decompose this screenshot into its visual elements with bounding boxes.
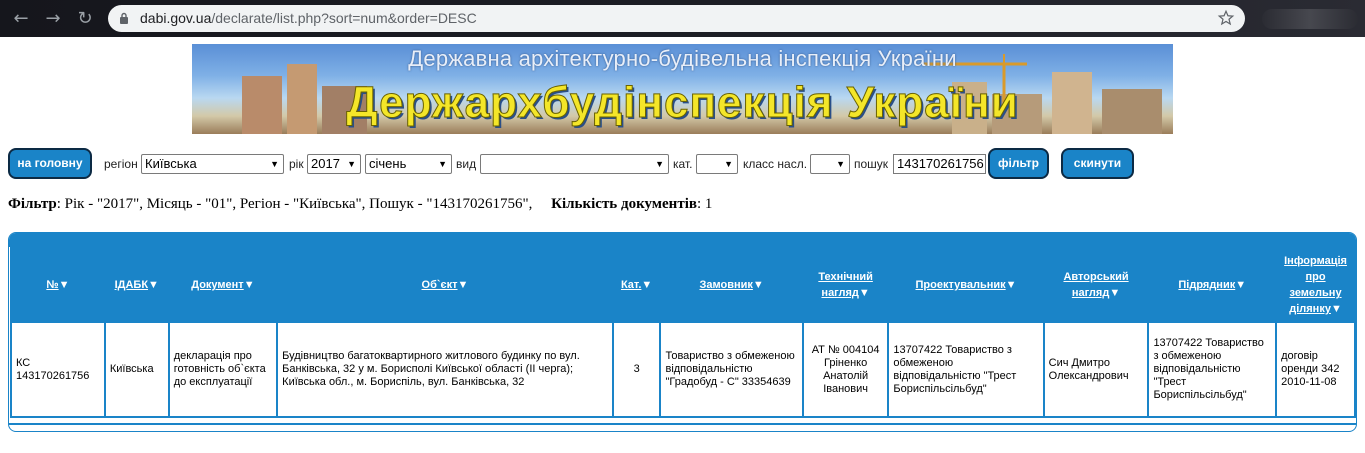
document-count-value: : 1 xyxy=(696,196,713,212)
cell-author-supervision: Сич Дмитро Олександрович xyxy=(1044,323,1148,416)
cell-designer: 13707422 Товариство з обмеженою відповід… xyxy=(889,323,1043,416)
category-select[interactable]: ▼ xyxy=(696,154,738,174)
search-input[interactable]: 143170261756 xyxy=(893,154,986,174)
column-header-designer[interactable]: Проектувальник▼ xyxy=(889,249,1043,321)
sort-desc-icon: ▼ xyxy=(457,279,469,291)
cell-category: 3 xyxy=(613,323,660,416)
region-label: регіон xyxy=(104,157,138,171)
region-value: Київська xyxy=(145,156,197,171)
table-row: КС 143170261756 Київська декларація про … xyxy=(12,323,1354,416)
column-header-contractor[interactable]: Підрядник▼ xyxy=(1149,249,1276,321)
column-header-document[interactable]: Документ▼ xyxy=(169,249,277,321)
filter-button[interactable]: фільтр xyxy=(988,148,1049,179)
filter-summary: Фільтр: Рік - "2017", Місяць - "01", Рег… xyxy=(8,196,712,213)
browser-toolbar: ← → ↻ dabi.gov.ua/declarate/list.php?sor… xyxy=(0,0,1365,37)
sort-desc-icon: ▼ xyxy=(752,279,764,291)
column-header-technical-supervision[interactable]: Технічний нагляд▼ xyxy=(803,249,888,321)
chevron-down-icon: ▼ xyxy=(655,159,664,169)
url-text: dabi.gov.ua/declarate/list.php?sort=num&… xyxy=(140,5,477,32)
column-header-object[interactable]: Об`єкт▼ xyxy=(278,249,612,321)
filter-summary-label: Фільтр xyxy=(8,196,57,212)
chevron-down-icon: ▼ xyxy=(724,159,733,169)
cell-land-info: договір оренди 342 2010-11-08 xyxy=(1277,323,1354,416)
profile-area[interactable] xyxy=(1262,9,1358,29)
type-select[interactable]: ▼ xyxy=(480,154,669,174)
forward-arrow-icon[interactable]: → xyxy=(42,8,64,30)
month-value: січень xyxy=(369,156,407,171)
banner-title: Держархбудінспекція України xyxy=(346,78,1019,128)
lock-icon xyxy=(120,12,128,24)
column-header-idabk[interactable]: ІДАБК▼ xyxy=(105,249,168,321)
sort-desc-icon: ▼ xyxy=(243,279,255,291)
chevron-down-icon: ▼ xyxy=(270,159,279,169)
sort-desc-icon: ▼ xyxy=(58,279,70,291)
year-label: рік xyxy=(289,157,304,171)
month-select[interactable]: січень ▼ xyxy=(365,154,452,174)
column-header-author-supervision[interactable]: Авторський нагляд▼ xyxy=(1044,249,1148,321)
cell-customer: Товариство з обмеженою відповідальністю … xyxy=(661,323,802,416)
class-select[interactable]: ▼ xyxy=(810,154,850,174)
region-select[interactable]: Київська ▼ xyxy=(141,154,284,174)
search-label: пошук xyxy=(854,157,889,171)
url-host: dabi.gov.ua xyxy=(140,10,212,26)
back-arrow-icon[interactable]: ← xyxy=(10,8,32,30)
sort-desc-icon: ▼ xyxy=(1005,279,1017,291)
reload-icon[interactable]: ↻ xyxy=(74,8,96,30)
column-header-customer[interactable]: Замовник▼ xyxy=(661,249,802,321)
sort-desc-icon: ▼ xyxy=(858,287,870,299)
bookmark-star-icon[interactable] xyxy=(1217,9,1235,27)
filter-summary-text: : Рік - "2017", Місяць - "01", Регіон - … xyxy=(56,196,533,212)
document-count-label: Кількість документів xyxy=(551,196,697,212)
results-table-container: №▼ ІДАБК▼ Документ▼ Об`єкт▼ Кат.▼ Замовн… xyxy=(8,232,1357,432)
sort-desc-icon: ▼ xyxy=(148,279,159,291)
sort-desc-icon: ▼ xyxy=(1330,303,1342,315)
column-header-land-info[interactable]: Інформація про земельну ділянку▼ xyxy=(1277,249,1354,321)
cell-object: Будівництво багатоквартирного житлового … xyxy=(278,323,612,416)
column-header-category[interactable]: Кат.▼ xyxy=(613,249,660,321)
url-path: /declarate/list.php?sort=num&order=DESC xyxy=(211,10,477,26)
class-label: класс насл. xyxy=(743,157,808,171)
sort-desc-icon: ▼ xyxy=(1235,279,1247,291)
home-button[interactable]: на головну xyxy=(8,148,92,179)
results-table: №▼ ІДАБК▼ Документ▼ Об`єкт▼ Кат.▼ Замовн… xyxy=(10,247,1356,418)
year-select[interactable]: 2017 ▼ xyxy=(307,154,361,174)
sort-desc-icon: ▼ xyxy=(1109,287,1121,299)
chevron-down-icon: ▼ xyxy=(836,159,845,169)
address-bar[interactable]: dabi.gov.ua/declarate/list.php?sort=num&… xyxy=(108,5,1245,32)
type-label: вид xyxy=(456,157,477,171)
reset-button[interactable]: скинути xyxy=(1061,148,1134,179)
cell-contractor: 13707422 Товариство з обмеженою відповід… xyxy=(1149,323,1276,416)
banner-subtitle: Державна архітектурно-будівельна інспекц… xyxy=(408,46,957,71)
category-label: кат. xyxy=(673,157,693,171)
chevron-down-icon: ▼ xyxy=(347,159,356,169)
cell-number: КС 143170261756 xyxy=(12,323,104,416)
sort-desc-icon: ▼ xyxy=(641,279,653,291)
site-banner: Державна архітектурно-будівельна інспекц… xyxy=(192,44,1173,134)
column-header-number[interactable]: №▼ xyxy=(12,249,104,321)
cell-idabk: Київська xyxy=(105,323,168,416)
cell-document: декларація про готовність об`єкта до екс… xyxy=(169,323,277,416)
cell-technical-supervision: АТ № 004104 Гріненко Анатолій Іванович xyxy=(803,323,888,416)
table-header-row: №▼ ІДАБК▼ Документ▼ Об`єкт▼ Кат.▼ Замовн… xyxy=(12,249,1354,321)
chevron-down-icon: ▼ xyxy=(438,159,447,169)
year-value: 2017 xyxy=(311,156,340,171)
